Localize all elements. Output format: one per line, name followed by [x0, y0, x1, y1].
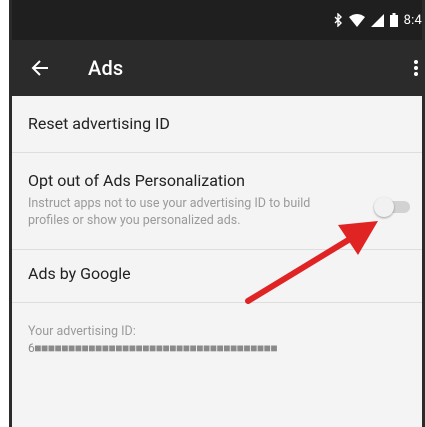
more-vert-icon	[414, 60, 418, 76]
page-title: Ads	[88, 56, 124, 80]
status-icons: 8:4	[333, 10, 422, 30]
reset-advertising-id-item[interactable]: Reset advertising ID	[12, 96, 422, 153]
opt-out-toggle[interactable]	[372, 197, 412, 217]
overflow-menu-button[interactable]	[410, 54, 422, 82]
ads-by-google-label: Ads by Google	[28, 264, 131, 283]
advertising-id-section: Your advertising ID: 6■■■■■■■■■■■■■■■■■■…	[12, 303, 422, 427]
battery-icon	[389, 13, 398, 27]
status-bar: 8:4	[12, 0, 422, 40]
bluetooth-icon	[333, 13, 343, 27]
reset-advertising-id-label: Reset advertising ID	[28, 114, 170, 133]
status-time: 8:4	[403, 12, 422, 28]
opt-out-ads-personalization-item[interactable]: Opt out of Ads Personalization Instruct …	[12, 153, 422, 250]
back-button[interactable]	[26, 54, 54, 82]
ads-by-google-item[interactable]: Ads by Google	[12, 250, 422, 303]
signal-icon	[370, 13, 384, 27]
app-bar: Ads	[12, 40, 422, 96]
opt-out-summary: Instruct apps not to use your advertisin…	[28, 196, 311, 228]
advertising-id-value: 6■■■■■■■■■■■■■■■■■■■■■■■■■■■■■■■■■■■■	[28, 341, 278, 355]
phone-screen: 8:4 Ads Reset advertising ID Opt out of …	[12, 0, 422, 427]
opt-out-title: Opt out of Ads Personalization	[28, 171, 246, 190]
arrow-back-icon	[31, 60, 48, 76]
device-bezel-left	[0, 0, 12, 427]
advertising-id-label: Your advertising ID:	[28, 324, 136, 339]
toggle-thumb	[374, 197, 394, 217]
wifi-icon	[348, 13, 365, 27]
